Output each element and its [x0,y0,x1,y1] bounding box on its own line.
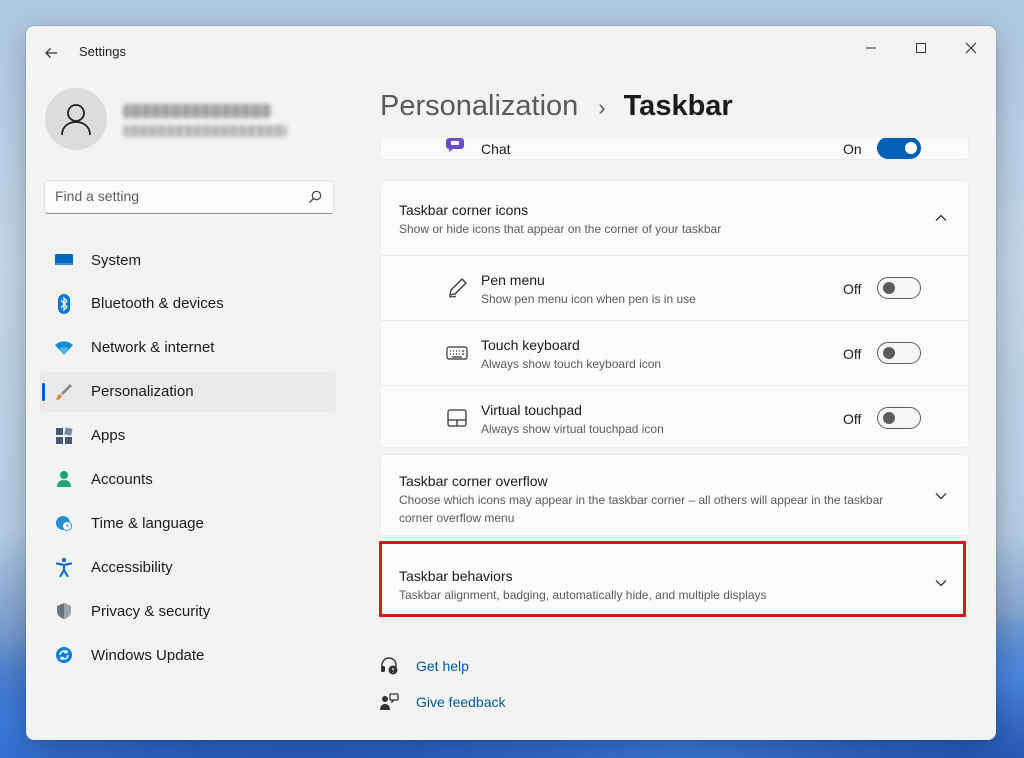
brush-icon [54,383,74,401]
sidebar-item-privacy-security[interactable]: Privacy & security [40,591,336,631]
touchpad-icon [445,407,469,429]
profile-name-blurred [123,104,271,118]
sidebar-nav: System Bluetooth & devices Network & int… [40,240,336,679]
sidebar-item-bluetooth[interactable]: Bluetooth & devices [40,284,336,324]
row-title: Pen menu [481,272,545,288]
taskbar-corner-overflow-card[interactable]: Taskbar corner overflow Choose which ico… [380,454,969,536]
sidebar-item-label: Personalization [91,383,194,401]
search-box [44,180,334,214]
user-icon [61,104,91,136]
card-title: Taskbar corner icons [399,202,529,218]
sidebar-item-apps[interactable]: Apps [40,416,336,456]
sidebar-item-label: Accessibility [91,558,173,576]
bluetooth-icon [54,293,74,314]
apps-icon [54,427,74,445]
avatar[interactable] [45,88,107,150]
get-help-text: Get help [416,658,469,674]
touch-keyboard-row: Touch keyboard Always show touch keyboar… [381,320,970,385]
chat-icon [445,138,469,154]
sidebar-item-label: Network & internet [91,339,215,357]
pen-menu-row: Pen menu Show pen menu icon when pen is … [381,255,970,320]
breadcrumb: Personalization › Taskbar [380,90,733,123]
back-button[interactable] [38,40,64,66]
card-description: Show or hide icons that appear on the co… [399,222,722,236]
maximize-button[interactable] [898,32,944,64]
maximize-icon [916,43,926,53]
sidebar-item-label: Time & language [91,514,204,532]
toggle-state: Off [843,346,862,362]
sidebar-item-personalization[interactable]: Personalization [40,371,336,412]
sidebar-item-network[interactable]: Network & internet [40,328,336,368]
toggle-state: Off [843,281,862,297]
sidebar-item-label: Windows Update [91,646,205,664]
card-description: Choose which icons may appear in the tas… [399,493,884,525]
sidebar-item-windows-update[interactable]: Windows Update [40,635,336,675]
sidebar-item-accessibility[interactable]: Accessibility [40,547,336,587]
profile-email-blurred [123,125,287,137]
touch-keyboard-toggle[interactable] [877,342,921,364]
toggle-knob [883,347,895,359]
sidebar-item-label: Privacy & security [91,602,211,620]
chevron-down-icon [935,493,947,500]
shield-icon [54,602,74,620]
virtual-touchpad-row: Virtual touchpad Always show virtual tou… [381,385,970,449]
taskbar-corner-icons-card: Taskbar corner icons Show or hide icons … [380,180,970,449]
sidebar-item-label: System [91,251,142,269]
toggle-state: Off [843,411,862,427]
toggle-knob [905,142,917,154]
pen-menu-toggle[interactable] [877,277,921,299]
title-bar: Settings [26,26,996,78]
page-title: Taskbar [623,90,733,122]
breadcrumb-parent[interactable]: Personalization [380,90,578,123]
app-title: Settings [79,44,126,59]
taskbar-corner-icons-header[interactable]: Taskbar corner icons Show or hide icons … [381,181,968,255]
close-icon [965,42,977,54]
row-title: Virtual touchpad [481,402,582,418]
help-icon [378,655,400,677]
pen-icon [445,277,469,299]
sidebar-item-time-language[interactable]: Time & language [40,503,336,543]
chat-toggle[interactable] [877,138,921,159]
give-feedback-text: Give feedback [416,694,506,710]
accessibility-icon [54,558,74,578]
keyboard-icon [445,342,469,364]
row-title: Touch keyboard [481,337,580,353]
give-feedback-link[interactable]: Give feedback [378,691,506,713]
feedback-icon [378,691,400,713]
chat-label: Chat [481,141,511,157]
search-input[interactable] [55,188,295,204]
settings-window: Settings System [26,26,996,740]
update-icon [54,646,74,664]
accounts-icon [54,470,74,488]
toggle-knob [883,282,895,294]
chevron-up-icon [935,214,947,221]
sidebar-item-label: Apps [91,427,126,445]
row-description: Always show touch keyboard icon [481,357,662,371]
sidebar-item-label: Accounts [91,470,153,488]
get-help-link[interactable]: Get help [378,655,469,677]
minimize-icon [866,47,876,49]
row-description: Show pen menu icon when pen is in use [481,292,696,306]
close-button[interactable] [948,32,994,64]
search-icon[interactable] [307,189,323,205]
row-description: Always show virtual touchpad icon [481,422,664,436]
wifi-icon [54,339,74,357]
chat-row: Chat On [380,138,969,160]
card-title: Taskbar corner overflow [399,473,548,489]
virtual-touchpad-toggle[interactable] [877,407,921,429]
highlight-annotation [379,541,966,617]
globe-clock-icon [54,514,74,532]
sidebar-item-system[interactable]: System [40,240,336,280]
sidebar-item-label: Bluetooth & devices [91,295,224,313]
active-indicator [42,382,45,401]
breadcrumb-separator: › [598,95,606,120]
chat-toggle-state: On [843,141,862,157]
minimize-button[interactable] [848,32,894,64]
system-icon [54,251,74,269]
back-arrow-icon [45,48,57,58]
sidebar-item-accounts[interactable]: Accounts [40,459,336,499]
toggle-knob [883,412,895,424]
